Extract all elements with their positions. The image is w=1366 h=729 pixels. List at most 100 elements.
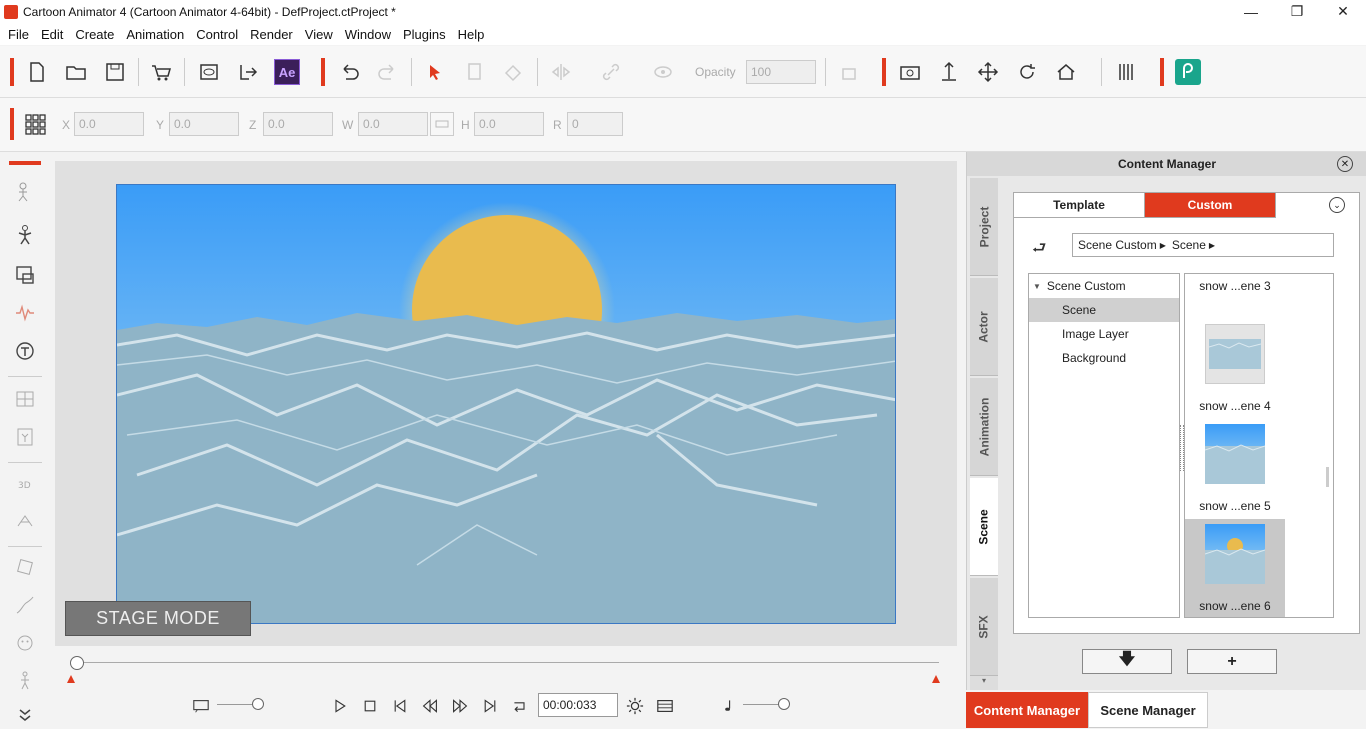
- after-effects-icon[interactable]: Ae: [274, 59, 300, 85]
- flip-icon[interactable]: [548, 59, 574, 85]
- tab-project[interactable]: Project: [970, 178, 998, 276]
- first-frame-icon[interactable]: [390, 696, 410, 716]
- close-button[interactable]: ✕: [1320, 0, 1366, 23]
- 3d-head-icon[interactable]: 3D: [12, 470, 38, 496]
- speed-slider-knob[interactable]: [252, 698, 264, 710]
- move-icon[interactable]: [975, 59, 1001, 85]
- tab-scene[interactable]: Scene: [970, 478, 998, 576]
- content-item-selected[interactable]: snow ...ene 6: [1185, 519, 1285, 617]
- export-icon[interactable]: [235, 59, 261, 85]
- actor-motion-icon[interactable]: [12, 222, 38, 248]
- template-tab[interactable]: Template: [1014, 193, 1145, 218]
- menu-animation[interactable]: Animation: [120, 27, 190, 42]
- timeline-track[interactable]: [77, 662, 939, 663]
- menu-edit[interactable]: Edit: [35, 27, 69, 42]
- breadcrumb-item[interactable]: Scene: [1172, 238, 1206, 252]
- grid-icon[interactable]: [22, 111, 48, 137]
- face-icon[interactable]: [12, 630, 38, 656]
- w-input[interactable]: 0.0: [358, 112, 428, 136]
- tree-root[interactable]: ▼ Scene Custom: [1029, 274, 1179, 298]
- last-frame-icon[interactable]: [480, 696, 500, 716]
- download-button[interactable]: 🡇: [1082, 649, 1172, 674]
- sprite-grid-icon[interactable]: [12, 386, 38, 412]
- opacity-input[interactable]: 100: [746, 60, 816, 84]
- menu-help[interactable]: Help: [452, 27, 491, 42]
- audio-wave-icon[interactable]: [12, 300, 38, 326]
- current-time-input[interactable]: 00:00:033: [538, 693, 618, 717]
- scene-edit-icon[interactable]: [12, 262, 38, 288]
- range-end-marker[interactable]: [932, 675, 940, 683]
- menu-control[interactable]: Control: [190, 27, 244, 42]
- save-icon[interactable]: [102, 59, 128, 85]
- back-arrow-icon[interactable]: ⮐: [1032, 237, 1046, 264]
- add-button[interactable]: +: [1187, 649, 1277, 674]
- visibility-icon[interactable]: [650, 59, 676, 85]
- volume-note-icon[interactable]: [718, 696, 738, 716]
- breadcrumb-item[interactable]: Scene Custom: [1078, 238, 1157, 252]
- link-icon[interactable]: [598, 59, 624, 85]
- h-input[interactable]: 0.0: [474, 112, 544, 136]
- tree-item-image-layer[interactable]: Image Layer: [1029, 322, 1179, 346]
- motion-path-icon[interactable]: [12, 592, 38, 618]
- transform-icon[interactable]: [12, 554, 38, 580]
- panel-close-icon[interactable]: ✕: [1337, 156, 1353, 172]
- expand-triangle-icon[interactable]: ▼: [1033, 282, 1041, 291]
- tab-actor[interactable]: Actor: [970, 278, 998, 376]
- redo-icon[interactable]: [375, 59, 401, 85]
- grid-scrollbar[interactable]: [1326, 467, 1329, 487]
- volume-slider-knob[interactable]: [778, 698, 790, 710]
- tabs-scroll-icon[interactable]: ▾: [970, 676, 998, 690]
- menu-render[interactable]: Render: [244, 27, 299, 42]
- stage-canvas[interactable]: [116, 184, 896, 624]
- menu-create[interactable]: Create: [69, 27, 120, 42]
- options-chevron-icon[interactable]: ⌄: [1329, 197, 1345, 213]
- y-input[interactable]: 0.0: [169, 112, 239, 136]
- menu-view[interactable]: View: [299, 27, 339, 42]
- tree-item-background[interactable]: Background: [1029, 346, 1179, 370]
- menu-plugins[interactable]: Plugins: [397, 27, 452, 42]
- settings-gear-icon[interactable]: [625, 696, 645, 716]
- tab-animation[interactable]: Animation: [970, 378, 998, 476]
- content-item[interactable]: snow ...ene 3: [1185, 274, 1285, 299]
- play-icon[interactable]: [330, 696, 350, 716]
- content-store-icon[interactable]: [148, 59, 174, 85]
- paint-icon[interactable]: [500, 59, 526, 85]
- undo-icon[interactable]: [336, 59, 362, 85]
- tab-sfx[interactable]: SFX: [970, 578, 998, 676]
- camera-pan-icon[interactable]: [936, 59, 962, 85]
- preview-icon[interactable]: [196, 59, 222, 85]
- loop-icon[interactable]: [510, 696, 530, 716]
- composer-icon[interactable]: [12, 424, 38, 450]
- custom-tab[interactable]: Custom: [1145, 193, 1276, 218]
- lock-ratio-icon[interactable]: [430, 112, 454, 136]
- home-icon[interactable]: [1053, 59, 1079, 85]
- timeline-playhead[interactable]: [70, 656, 84, 670]
- menu-file[interactable]: File: [2, 27, 35, 42]
- stop-icon[interactable]: [360, 696, 380, 716]
- minimize-button[interactable]: —: [1228, 0, 1274, 23]
- open-folder-icon[interactable]: [63, 59, 89, 85]
- plugin-logo-icon[interactable]: [1175, 59, 1201, 85]
- subtitle-icon[interactable]: [191, 696, 211, 716]
- content-item[interactable]: snow ...ene 5: [1185, 419, 1285, 519]
- text-icon[interactable]: [12, 338, 38, 364]
- actor-bone-icon[interactable]: [12, 179, 38, 205]
- restore-button[interactable]: ❐: [1274, 0, 1320, 23]
- align-icon[interactable]: [1113, 59, 1139, 85]
- content-item[interactable]: snow ...ene 4: [1185, 319, 1285, 419]
- rotate-icon[interactable]: [1014, 59, 1040, 85]
- anchor-icon[interactable]: [837, 59, 863, 85]
- select-arrow-icon[interactable]: [422, 59, 448, 85]
- timeline-panel-icon[interactable]: [655, 696, 675, 716]
- menu-window[interactable]: Window: [339, 27, 397, 42]
- r-input[interactable]: 0: [567, 112, 623, 136]
- copy-icon[interactable]: [461, 59, 487, 85]
- tree-item-scene[interactable]: Scene: [1029, 298, 1179, 322]
- timeline-scrubber[interactable]: [55, 648, 957, 688]
- range-start-marker[interactable]: [67, 675, 75, 683]
- puppet-icon[interactable]: [12, 508, 38, 534]
- tab-scene-manager[interactable]: Scene Manager: [1088, 692, 1208, 728]
- z-input[interactable]: 0.0: [263, 112, 333, 136]
- tab-content-manager[interactable]: Content Manager: [966, 692, 1088, 728]
- new-file-icon[interactable]: [24, 59, 50, 85]
